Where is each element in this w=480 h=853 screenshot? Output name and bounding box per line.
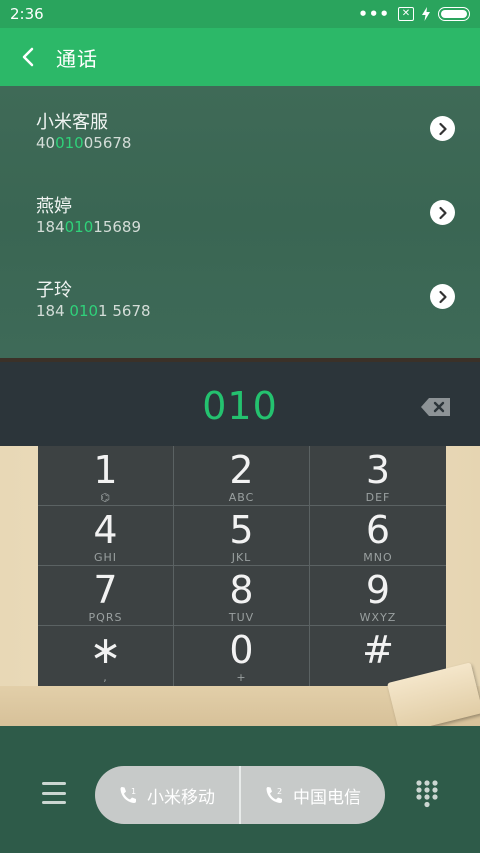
- contact-detail-button[interactable]: [430, 116, 455, 141]
- chevron-right-icon: [438, 206, 447, 219]
- contact-name: 燕婷: [36, 196, 72, 217]
- no-sim-icon: ✕: [398, 7, 414, 21]
- call-sim1-button[interactable]: 1 小米移动: [95, 766, 239, 824]
- status-bar: 2:36 ••• ✕: [0, 0, 480, 28]
- battery-icon: [438, 7, 470, 21]
- phone-sim1-icon: 1: [120, 787, 136, 803]
- svg-text:1: 1: [131, 787, 136, 796]
- contact-number: 184 0101 5678: [36, 302, 151, 320]
- svg-text:2: 2: [277, 787, 282, 796]
- key-2[interactable]: 2 ABC: [174, 446, 310, 506]
- key-4[interactable]: 4 GHI: [38, 506, 174, 566]
- key-1[interactable]: 1 ⌬: [38, 446, 174, 506]
- key-6[interactable]: 6 MNO: [310, 506, 446, 566]
- call-bar: 1 小米移动 2 中国电信: [0, 726, 480, 853]
- menu-icon: [42, 782, 66, 785]
- app-header: 通话: [0, 28, 480, 86]
- sim2-label: 中国电信: [293, 787, 361, 808]
- charging-icon: [422, 7, 430, 21]
- contact-suggestions-list: 小米客服 4001005678 燕婷 18401015689 子玲 184 01…: [0, 86, 480, 358]
- page-title: 通话: [56, 46, 98, 71]
- contact-name: 子玲: [36, 280, 72, 301]
- backspace-icon[interactable]: [420, 397, 452, 417]
- status-time: 2:36: [10, 5, 44, 23]
- key-0[interactable]: 0 +: [174, 626, 310, 686]
- key-8[interactable]: 8 TUV: [174, 566, 310, 626]
- key-7[interactable]: 7 PQRS: [38, 566, 174, 626]
- contact-number: 4001005678: [36, 134, 132, 152]
- key-3[interactable]: 3 DEF: [310, 446, 446, 506]
- chevron-right-icon: [438, 122, 447, 135]
- dialpad-icon[interactable]: [415, 779, 439, 809]
- phone-sim2-icon: 2: [266, 787, 282, 803]
- more-notifications-icon: •••: [358, 5, 390, 23]
- key-5[interactable]: 5 JKL: [174, 506, 310, 566]
- voicemail-icon: ⌬: [100, 491, 111, 504]
- contact-number: 18401015689: [36, 218, 141, 236]
- chevron-right-icon: [438, 290, 447, 303]
- contact-detail-button[interactable]: [430, 284, 455, 309]
- back-chevron-icon: [22, 47, 34, 67]
- contact-name: 小米客服: [36, 112, 108, 133]
- keypad: 1 ⌬ 2 ABC 3 DEF 4 GHI 5 JKL 6 MNO 7 PQRS 8 TUV 9…: [38, 446, 446, 686]
- contact-item[interactable]: 小米客服 4001005678: [0, 86, 480, 170]
- sim-call-buttons: 1 小米移动 2 中国电信: [95, 766, 385, 824]
- dialed-number: 010: [202, 384, 278, 428]
- call-sim2-button[interactable]: 2 中国电信: [239, 766, 385, 824]
- contact-item[interactable]: 燕婷 18401015689: [0, 170, 480, 254]
- key-star[interactable]: ∗,: [38, 626, 174, 686]
- contact-detail-button[interactable]: [430, 200, 455, 225]
- back-button[interactable]: [0, 28, 56, 86]
- menu-button[interactable]: [38, 780, 70, 806]
- sim1-label: 小米移动: [147, 787, 215, 808]
- key-9[interactable]: 9 WXYZ: [310, 566, 446, 626]
- dial-display: 010: [0, 358, 480, 446]
- contact-item[interactable]: 子玲 184 0101 5678: [0, 254, 480, 338]
